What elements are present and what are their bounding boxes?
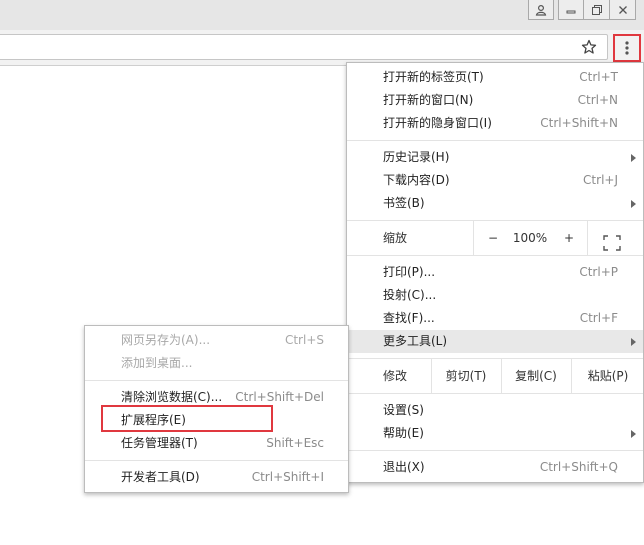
menu-divider	[85, 380, 348, 381]
window-controls	[524, 0, 636, 20]
menu-item-shortcut: Ctrl+Shift+I	[251, 470, 324, 484]
menu-divider	[85, 460, 348, 461]
menu-item-shortcut: Ctrl+J	[583, 173, 618, 187]
more-vert-icon	[625, 41, 629, 55]
paste-button[interactable]: 粘贴(P)	[575, 359, 641, 393]
browser-window: 打开新的标签页(T) Ctrl+T 打开新的窗口(N) Ctrl+N 打开新的隐…	[0, 0, 644, 545]
edit-row: 修改 剪切(T) 复制(C) 粘贴(P)	[347, 359, 643, 393]
zoom-level: 100%	[512, 231, 548, 245]
menu-item-label: 添加到桌面...	[121, 356, 193, 370]
submenu-arrow-icon	[631, 338, 636, 346]
zoom-in-button[interactable]: +	[557, 221, 581, 255]
menu-item-label: 打开新的窗口(N)	[383, 93, 474, 107]
menu-item-label: 清除浏览数据(C)...	[121, 390, 223, 404]
menu-item-shortcut: Ctrl+F	[579, 311, 618, 325]
edit-label: 修改	[383, 369, 408, 383]
menu-item-label: 任务管理器(T)	[121, 436, 198, 450]
menu-item-cast[interactable]: 投射(C)...	[347, 284, 643, 307]
menu-item-label: 帮助(E)	[383, 426, 424, 440]
fullscreen-icon[interactable]	[603, 230, 621, 251]
minimize-icon[interactable]	[558, 0, 584, 20]
submenu-item-task-manager[interactable]: 任务管理器(T) Shift+Esc	[85, 432, 348, 455]
menu-item-shortcut: Shift+Esc	[266, 436, 324, 450]
profile-icon[interactable]	[528, 0, 554, 20]
menu-item-shortcut: Ctrl+Shift+Q	[539, 460, 618, 474]
submenu-item-add-to-desktop: 添加到桌面...	[85, 352, 348, 375]
restore-icon[interactable]	[584, 0, 610, 20]
menu-item-print[interactable]: 打印(P)... Ctrl+P	[347, 261, 643, 284]
copy-button[interactable]: 复制(C)	[503, 359, 569, 393]
toolbar	[0, 30, 644, 66]
submenu-item-save-page: 网页另存为(A)... Ctrl+S	[85, 329, 348, 352]
menu-item-downloads[interactable]: 下载内容(D) Ctrl+J	[347, 169, 643, 192]
menu-item-label: 退出(X)	[383, 460, 425, 474]
menu-item-help[interactable]: 帮助(E)	[347, 422, 643, 445]
extensions-highlight-box	[101, 405, 273, 432]
submenu-arrow-icon	[631, 200, 636, 208]
menu-item-bookmarks[interactable]: 书签(B)	[347, 192, 643, 215]
menu-item-settings[interactable]: 设置(S)	[347, 399, 643, 422]
submenu-arrow-icon	[631, 154, 636, 162]
cut-button[interactable]: 剪切(T)	[433, 359, 499, 393]
zoom-out-button[interactable]: −	[481, 221, 505, 255]
menu-item-exit[interactable]: 退出(X) Ctrl+Shift+Q	[347, 456, 643, 479]
menu-item-label: 书签(B)	[383, 196, 425, 210]
menu-divider	[347, 255, 643, 256]
menu-item-shortcut: Ctrl+Shift+N	[540, 116, 618, 130]
menu-item-label: 开发者工具(D)	[121, 470, 200, 484]
menu-item-label: 打开新的标签页(T)	[383, 70, 484, 84]
submenu-arrow-icon	[631, 430, 636, 438]
menu-divider	[347, 450, 643, 451]
menu-item-label: 打印(P)...	[383, 265, 436, 279]
menu-item-label: 更多工具(L)	[383, 334, 448, 348]
menu-item-find[interactable]: 查找(F)... Ctrl+F	[347, 307, 643, 330]
title-bar	[0, 0, 644, 30]
menu-item-history[interactable]: 历史记录(H)	[347, 146, 643, 169]
zoom-row: 缩放 − 100% +	[347, 221, 643, 255]
menu-item-label: 投射(C)...	[383, 288, 437, 302]
menu-item-new-tab[interactable]: 打开新的标签页(T) Ctrl+T	[347, 66, 643, 89]
zoom-label: 缩放	[383, 231, 408, 245]
menu-divider	[347, 140, 643, 141]
menu-item-shortcut: Ctrl+N	[577, 93, 618, 107]
submenu-item-devtools[interactable]: 开发者工具(D) Ctrl+Shift+I	[85, 466, 348, 489]
menu-divider	[347, 393, 643, 394]
close-icon[interactable]	[610, 0, 636, 20]
bookmark-star-icon[interactable]	[579, 37, 599, 57]
menu-item-new-window[interactable]: 打开新的窗口(N) Ctrl+N	[347, 89, 643, 112]
chrome-main-menu: 打开新的标签页(T) Ctrl+T 打开新的窗口(N) Ctrl+N 打开新的隐…	[346, 62, 644, 483]
menu-item-shortcut: Ctrl+T	[579, 70, 618, 84]
menu-item-label: 历史记录(H)	[383, 150, 450, 164]
chrome-menu-button[interactable]	[613, 34, 641, 62]
menu-item-label: 打开新的隐身窗口(I)	[383, 116, 492, 130]
menu-item-label: 设置(S)	[383, 403, 424, 417]
menu-item-shortcut: Ctrl+S	[284, 333, 324, 347]
menu-item-label: 下载内容(D)	[383, 173, 450, 187]
menu-item-label: 查找(F)...	[383, 311, 435, 325]
address-bar[interactable]	[0, 34, 608, 60]
menu-item-more-tools[interactable]: 更多工具(L)	[347, 330, 643, 353]
menu-item-label: 网页另存为(A)...	[121, 333, 211, 347]
menu-item-new-incognito[interactable]: 打开新的隐身窗口(I) Ctrl+Shift+N	[347, 112, 643, 135]
menu-item-shortcut: Ctrl+P	[579, 265, 618, 279]
